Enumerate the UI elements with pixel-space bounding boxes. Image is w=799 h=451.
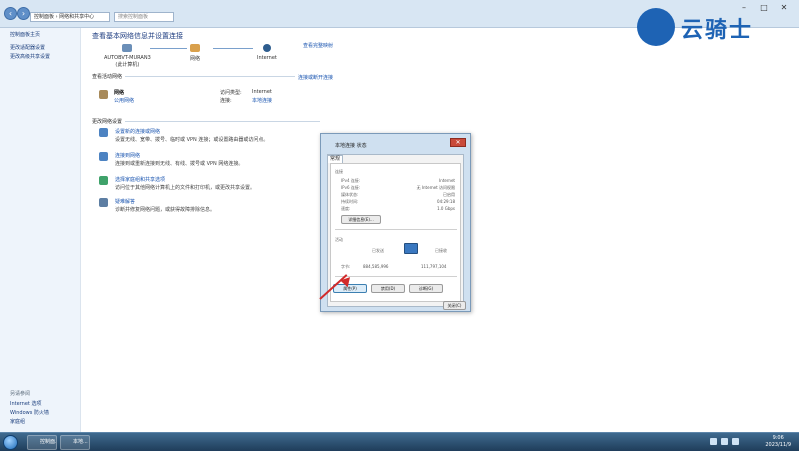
internet-node[interactable]: Internet [257,44,277,61]
dialog-title: 本地连接 状态 [335,143,367,149]
received-label: 已接收 [435,248,447,253]
ipv4-label: IPv4 连接: [341,178,361,183]
connect-network-icon [99,152,108,161]
connections-label: 连接: [220,98,232,104]
view-full-map-link[interactable]: 查看完整映射 [303,42,333,49]
ipv4-value: Internet [439,178,455,183]
network-tray-icon[interactable] [710,438,717,445]
connection-heading: 连接 [335,169,343,174]
connect-network-desc: 连接到或重新连接到无线、有线、拨号或 VPN 网络连接。 [115,161,244,167]
diagnose-button[interactable]: 诊断(G) [409,284,443,293]
media-state-value: 已启用 [443,192,455,197]
network-node-label: 网络 [190,56,201,62]
local-connection-status-dialog: 本地连接 状态 ✕ 常规 连接 IPv4 连接: Internet IPv6 连… [320,133,471,312]
globe-icon [262,44,271,52]
speed-value: 1.0 Gbps [437,206,455,211]
forward-arrow-icon[interactable]: › [17,7,30,20]
troubleshoot-link[interactable]: 疑难解答 [115,198,135,205]
active-networks-heading: 查看活动网络 [92,74,123,80]
ipv6-label: IPv6 连接: [341,185,361,190]
media-state-label: 媒体状态: [341,192,359,197]
internet-options-link[interactable]: Internet 选项 [10,400,41,407]
homegroup-sharing-link[interactable]: 选择家庭组和共享选项 [115,176,165,183]
taskbar-item-control-panel[interactable]: 控制面... [27,435,57,450]
computer-icon [122,44,133,52]
local-connection-link[interactable]: 本地连接 [252,97,272,104]
back-arrow-icon[interactable]: ‹ [4,7,17,20]
duration-label: 持续时间: [341,199,359,204]
computer-node: AUTOBVT-MURAN3 (此计算机) [104,44,151,68]
watermark-logo-icon [637,8,675,46]
watermark-text: 云骑士 [681,18,754,43]
dialog-divider [335,229,457,230]
network-type-link[interactable]: 公用网络 [114,97,134,104]
network-activity-icon [404,243,418,254]
dialog-close-button[interactable]: 关闭(C) [443,301,466,310]
speed-label: 速度: [341,206,351,211]
troubleshoot-icon [99,198,108,207]
activity-heading: 活动 [335,237,343,242]
flag-tray-icon[interactable] [721,438,728,445]
clock-date: 2023/11/9 [765,442,791,448]
new-connection-icon [99,128,108,137]
maximize-button[interactable]: □ [754,0,774,15]
address-bar[interactable]: 控制面板 › 网络和共享中心 [30,12,110,22]
connection-line [150,48,187,49]
access-type-label: 访问类型: [220,90,242,96]
connect-network-link[interactable]: 连接到网络 [115,152,140,159]
homegroup-icon [99,176,108,185]
details-button[interactable]: 详细信息(E)... [341,215,381,224]
bytes-sent-value: 884,585,996 [363,264,389,269]
left-navigation-pane: 控制面板主页 更改适配器设置 更改高级共享设置 另请参阅 Internet 选项… [0,28,81,432]
dialog-close-icon[interactable]: ✕ [450,138,466,147]
properties-button[interactable]: 属性(P) [333,284,367,293]
network-name: 网络 [114,90,125,96]
sent-label: 已发送 [372,248,384,253]
taskbar-item-local-connection[interactable]: 本地... [60,435,90,450]
bytes-label: 字节: [341,264,351,269]
bytes-received-value: 111,797,104 [421,264,447,269]
troubleshoot-desc: 诊断并修复网络问题，或获得故障排除信息。 [115,207,216,213]
change-adapter-settings-link[interactable]: 更改适配器设置 [10,44,45,51]
see-also-heading: 另请参阅 [10,391,31,397]
homegroup-sharing-desc: 访问位于其他网络计算机上的文件和打印机，或更改共享设置。 [115,185,256,191]
internet-node-label: Internet [257,55,277,61]
start-button[interactable] [3,435,18,450]
setup-connection-desc: 设置无线、宽带、拨号、临时或 VPN 连接；或设置路由器或访问点。 [115,137,269,143]
homegroup-link[interactable]: 家庭组 [10,418,25,425]
tab-general[interactable]: 常规 [327,155,343,163]
taskbar: 控制面... 本地... 9:06 2023/11/9 [0,432,799,451]
close-button[interactable]: ✕ [774,0,794,15]
control-panel-home-link[interactable]: 控制面板主页 [10,31,40,38]
disable-button[interactable]: 禁用(D) [371,284,405,293]
advanced-sharing-settings-link[interactable]: 更改高级共享设置 [10,53,50,60]
network-icon [190,44,200,52]
volume-tray-icon[interactable] [732,438,739,445]
clock[interactable]: 9:06 2023/11/9 [765,435,791,449]
section-divider [125,121,320,122]
bench-network-icon [99,90,108,99]
computer-node-sub: (此计算机) [115,62,140,68]
network-node[interactable]: 网络 [190,44,200,62]
search-input[interactable]: 搜索控制面板 [114,12,174,22]
window-titlebar: ‹ › 控制面板 › 网络和共享中心 搜索控制面板 – □ ✕ [0,0,799,28]
ipv6-value: 无 Internet 访问权限 [416,185,455,190]
dialog-divider [335,276,457,277]
change-network-settings-heading: 更改网络设置 [92,119,123,125]
windows-firewall-link[interactable]: Windows 防火墙 [10,409,49,416]
clock-time: 9:06 [772,435,784,441]
access-type-value: Internet [252,89,272,95]
connection-line [213,48,253,49]
duration-value: 04:29:18 [437,199,455,204]
page-title: 查看基本网络信息并设置连接 [92,32,183,40]
section-divider [125,76,295,77]
setup-connection-link[interactable]: 设置新的连接或网络 [115,128,160,135]
connect-disconnect-link[interactable]: 连接或断开连接 [298,74,333,81]
